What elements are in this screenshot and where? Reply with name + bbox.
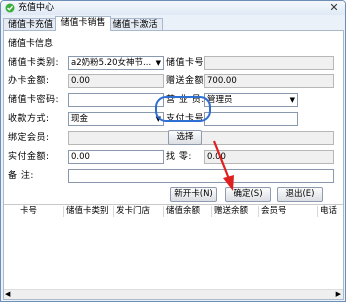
recharge-center-window: 充值中心 ✕ 储值卡充值 储值卡销售 储值卡激活 储值卡信息 储值卡类别: a2… [0,0,346,302]
column-header[interactable]: 储值卡类别 [66,205,109,218]
paid-amount-label: 实付金额: [8,152,50,162]
column-divider [211,206,212,217]
password-field[interactable] [68,93,164,107]
app-icon [5,3,15,13]
confirm-button[interactable]: 确定(S) [225,187,271,202]
highlight-ring [155,96,211,122]
operator-select[interactable]: 管理员 ▼ [204,93,298,107]
column-divider [113,206,114,217]
card-table-body[interactable] [4,218,343,298]
dropdown-arrow-icon: ▼ [289,96,295,104]
horizontal-scrollbar[interactable]: ◀ ▶ [4,289,343,299]
column-header[interactable]: 发卡门店 [116,205,150,218]
gift-amount-label: 赠送金额: [166,76,208,86]
column-header[interactable]: 电话 [320,205,337,218]
column-header[interactable]: 会员号 [261,205,287,218]
column-divider [317,206,318,217]
pay-method-value: 现金 [71,114,89,124]
close-icon[interactable]: ✕ [328,1,340,14]
select-member-button[interactable]: 选择 [168,130,202,145]
title-bar: 充值中心 ✕ [1,1,345,15]
column-divider [63,206,64,217]
card-type-select[interactable]: a2奶粉5.20女神节... ▼ [68,56,164,70]
pay-method-label: 收款方式: [8,114,50,124]
group-title: 储值卡信息 [8,39,54,49]
fee-label: 办卡金额: [8,76,50,86]
pay-method-select[interactable]: 现金 ▼ [68,112,164,126]
paid-amount-field[interactable]: 0.00 [68,150,164,164]
gift-amount-field[interactable]: 700.00 [204,74,334,88]
column-header[interactable]: 储值余额 [166,205,200,218]
card-sale-panel: 储值卡信息 储值卡类别: a2奶粉5.20女神节... ▼ 储值卡号: 办卡金额… [3,30,344,300]
change-label: 找 零: [166,152,192,162]
note-label: 备 注: [8,171,34,181]
column-header[interactable]: 赠送余额 [214,205,248,218]
window-title: 充值中心 [18,3,55,13]
tab-card-sale[interactable]: 储值卡销售 [55,16,111,31]
new-card-button[interactable]: 新开卡(N) [170,187,217,202]
column-divider [163,206,164,217]
scroll-left-icon[interactable]: ◀ [5,290,10,299]
card-number-label: 储值卡号: [166,58,208,68]
table-header: 卡号 储值卡类别 发卡门店 储值余额 赠送余额 会员号 电话 [4,204,343,219]
column-divider [258,206,259,217]
card-number-field[interactable] [204,56,334,70]
operator-value: 管理员 [207,95,233,105]
dropdown-arrow-icon: ▼ [155,59,161,67]
scroll-right-icon[interactable]: ▶ [336,290,341,299]
exit-button[interactable]: 退出(E) [277,187,323,202]
card-type-value: a2奶粉5.20女神节... [71,58,152,68]
card-type-label: 储值卡类别: [8,58,60,68]
change-field[interactable]: 0.00 [204,150,334,164]
member-label: 绑定会员: [8,133,50,143]
password-label: 储值卡密码: [8,95,60,105]
column-header[interactable]: 卡号 [20,205,37,218]
fee-field[interactable]: 0.00 [68,74,164,88]
pay-card-field[interactable] [204,112,298,126]
note-field[interactable] [68,169,334,183]
